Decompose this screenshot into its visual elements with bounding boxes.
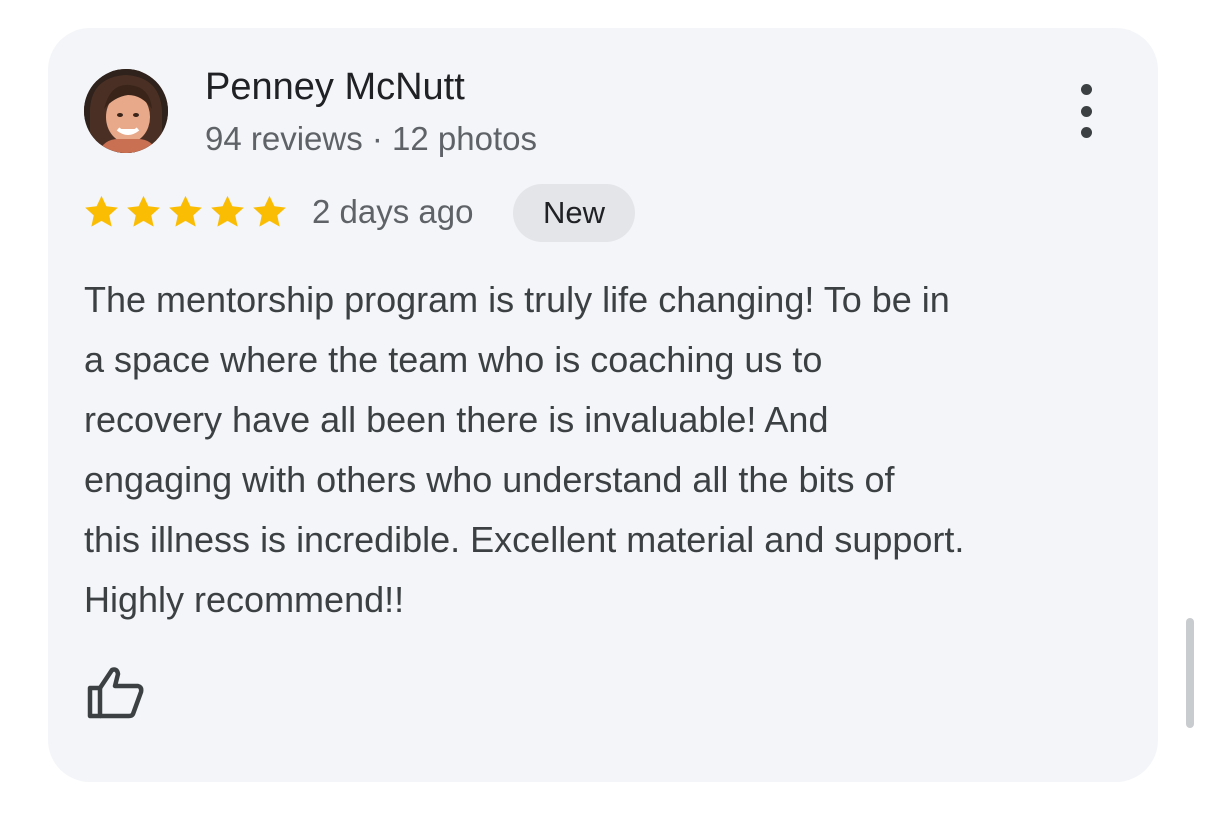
star-icon [85,195,118,227]
rating-stars [82,193,289,231]
like-button[interactable] [86,664,146,722]
star-icon [127,195,160,227]
star-icon [253,195,286,227]
more-vert-icon [1080,84,1092,95]
avatar-photo [84,69,168,153]
review-text-line: recovery have all been there is invaluab… [84,399,829,440]
review-text: The mentorship program is truly life cha… [84,270,1144,630]
review-text-line: this illness is incredible. Excellent ma… [84,519,965,560]
review-date: 2 days ago [312,193,474,230]
more-options-button[interactable] [1068,84,1104,138]
reviewer-avatar[interactable] [84,69,168,153]
reviewer-name[interactable]: Penney McNutt [205,66,465,109]
review-text-line: Highly recommend!! [84,579,405,620]
review-text-line: The mentorship program is truly life cha… [84,279,950,320]
reviewer-meta: 94 reviews · 12 photos [205,120,538,157]
more-vert-dot [1080,105,1092,117]
new-badge: New [513,184,635,242]
more-vert-dot [1080,127,1092,138]
review-text-line: a space where the team who is coaching u… [84,339,823,380]
review-text-line: engaging with others who understand all … [84,459,895,500]
thumb-up-icon [87,667,144,719]
scrollbar-thumb[interactable] [1186,618,1194,728]
star-icon [211,195,244,227]
star-icon [169,195,202,227]
